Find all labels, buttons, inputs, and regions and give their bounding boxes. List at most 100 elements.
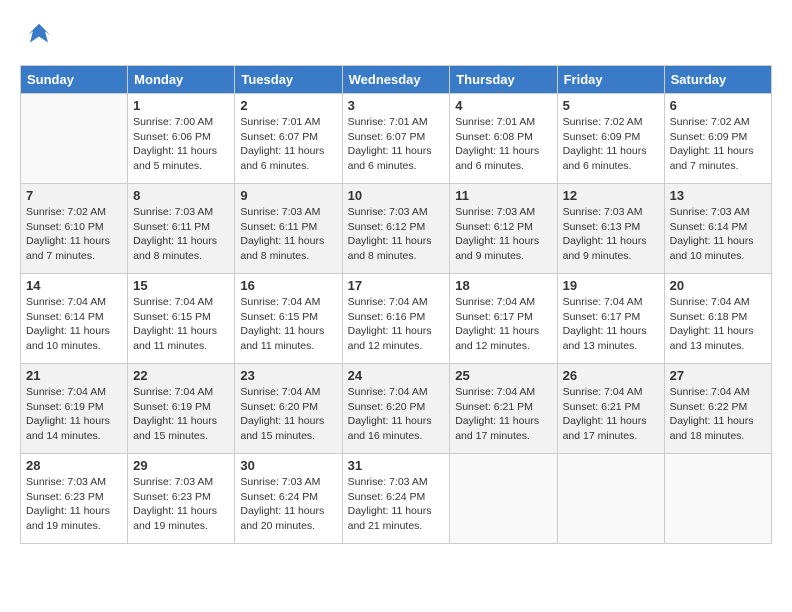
- calendar-cell: 19 Sunrise: 7:04 AM Sunset: 6:17 PM Dayli…: [557, 274, 664, 364]
- calendar-cell: 17 Sunrise: 7:04 AM Sunset: 6:16 PM Dayli…: [342, 274, 450, 364]
- day-info: Sunrise: 7:01 AM Sunset: 6:07 PM Dayligh…: [240, 115, 336, 174]
- calendar-cell: 15Sunrise: 7:04 AM Sunset: 6:15 PM Dayli…: [128, 274, 235, 364]
- calendar-cell: 31 Sunrise: 7:03 AM Sunset: 6:24 PM Dayli…: [342, 454, 450, 544]
- day-number: 23: [240, 368, 336, 383]
- day-number: 11: [455, 188, 551, 203]
- day-number: 2: [240, 98, 336, 113]
- calendar-cell: 16 Sunrise: 7:04 AM Sunset: 6:15 PM Dayli…: [235, 274, 342, 364]
- day-number: 19: [563, 278, 659, 293]
- day-info: Sunrise: 7:04 AM Sunset: 6:20 PM Dayligh…: [240, 385, 336, 444]
- calendar-cell: 10 Sunrise: 7:03 AM Sunset: 6:12 PM Dayli…: [342, 184, 450, 274]
- calendar-cell: [557, 454, 664, 544]
- day-number: 10: [348, 188, 445, 203]
- day-info: Sunrise: 7:03 AM Sunset: 6:24 PM Dayligh…: [348, 475, 445, 534]
- day-number: 21: [26, 368, 122, 383]
- calendar-cell: 9 Sunrise: 7:03 AM Sunset: 6:11 PM Daylig…: [235, 184, 342, 274]
- day-info: Sunrise: 7:04 AM Sunset: 6:16 PM Dayligh…: [348, 295, 445, 354]
- day-number: 30: [240, 458, 336, 473]
- day-number: 27: [670, 368, 766, 383]
- calendar-cell: 22 Sunrise: 7:04 AM Sunset: 6:19 PM Dayli…: [128, 364, 235, 454]
- day-info: Sunrise: 7:04 AM Sunset: 6:19 PM Dayligh…: [133, 385, 229, 444]
- calendar-cell: 3 Sunrise: 7:01 AM Sunset: 6:07 PM Daylig…: [342, 94, 450, 184]
- day-info: Sunrise: 7:03 AM Sunset: 6:11 PM Dayligh…: [240, 205, 336, 264]
- day-number: 14: [26, 278, 122, 293]
- calendar-day-header: Sunday: [21, 66, 128, 94]
- calendar-week-row: 1 Sunrise: 7:00 AM Sunset: 6:06 PM Daylig…: [21, 94, 772, 184]
- calendar-day-header: Thursday: [450, 66, 557, 94]
- calendar-cell: 13Sunrise: 7:03 AM Sunset: 6:14 PM Dayli…: [664, 184, 771, 274]
- calendar-cell: 30Sunrise: 7:03 AM Sunset: 6:24 PM Dayli…: [235, 454, 342, 544]
- day-number: 24: [348, 368, 445, 383]
- day-number: 29: [133, 458, 229, 473]
- calendar-cell: 12 Sunrise: 7:03 AM Sunset: 6:13 PM Dayli…: [557, 184, 664, 274]
- calendar-cell: 23 Sunrise: 7:04 AM Sunset: 6:20 PM Dayli…: [235, 364, 342, 454]
- day-info: Sunrise: 7:02 AM Sunset: 6:09 PM Dayligh…: [670, 115, 766, 174]
- day-info: Sunrise: 7:04 AM Sunset: 6:15 PM Dayligh…: [133, 295, 229, 354]
- calendar-cell: 26 Sunrise: 7:04 AM Sunset: 6:21 PM Dayli…: [557, 364, 664, 454]
- calendar-day-header: Tuesday: [235, 66, 342, 94]
- day-info: Sunrise: 7:04 AM Sunset: 6:18 PM Dayligh…: [670, 295, 766, 354]
- day-number: 8: [133, 188, 229, 203]
- day-info: Sunrise: 7:00 AM Sunset: 6:06 PM Dayligh…: [133, 115, 229, 174]
- calendar-cell: 4 Sunrise: 7:01 AM Sunset: 6:08 PM Daylig…: [450, 94, 557, 184]
- day-number: 3: [348, 98, 445, 113]
- day-info: Sunrise: 7:03 AM Sunset: 6:12 PM Dayligh…: [348, 205, 445, 264]
- calendar-body: 1 Sunrise: 7:00 AM Sunset: 6:06 PM Daylig…: [21, 94, 772, 544]
- day-info: Sunrise: 7:04 AM Sunset: 6:17 PM Dayligh…: [563, 295, 659, 354]
- day-number: 9: [240, 188, 336, 203]
- day-number: 7: [26, 188, 122, 203]
- day-info: Sunrise: 7:01 AM Sunset: 6:08 PM Dayligh…: [455, 115, 551, 174]
- calendar-day-header: Monday: [128, 66, 235, 94]
- calendar-week-row: 7 Sunrise: 7:02 AM Sunset: 6:10 PM Daylig…: [21, 184, 772, 274]
- calendar-day-header: Wednesday: [342, 66, 450, 94]
- calendar-cell: 1 Sunrise: 7:00 AM Sunset: 6:06 PM Daylig…: [128, 94, 235, 184]
- day-number: 1: [133, 98, 229, 113]
- calendar-day-header: Friday: [557, 66, 664, 94]
- calendar-cell: 28 Sunrise: 7:03 AM Sunset: 6:23 PM Dayli…: [21, 454, 128, 544]
- calendar-cell: 11 Sunrise: 7:03 AM Sunset: 6:12 PM Dayli…: [450, 184, 557, 274]
- day-info: Sunrise: 7:04 AM Sunset: 6:15 PM Dayligh…: [240, 295, 336, 354]
- day-info: Sunrise: 7:01 AM Sunset: 6:07 PM Dayligh…: [348, 115, 445, 174]
- logo: [20, 20, 54, 55]
- page-header: [20, 20, 772, 55]
- day-info: Sunrise: 7:04 AM Sunset: 6:21 PM Dayligh…: [455, 385, 551, 444]
- day-number: 6: [670, 98, 766, 113]
- calendar-cell: 20 Sunrise: 7:04 AM Sunset: 6:18 PM Dayli…: [664, 274, 771, 364]
- day-number: 12: [563, 188, 659, 203]
- calendar-cell: 7 Sunrise: 7:02 AM Sunset: 6:10 PM Daylig…: [21, 184, 128, 274]
- day-number: 16: [240, 278, 336, 293]
- calendar-week-row: 21 Sunrise: 7:04 AM Sunset: 6:19 PM Dayli…: [21, 364, 772, 454]
- day-info: Sunrise: 7:03 AM Sunset: 6:13 PM Dayligh…: [563, 205, 659, 264]
- calendar-cell: 29 Sunrise: 7:03 AM Sunset: 6:23 PM Dayli…: [128, 454, 235, 544]
- day-info: Sunrise: 7:03 AM Sunset: 6:23 PM Dayligh…: [26, 475, 122, 534]
- calendar-cell: 25Sunrise: 7:04 AM Sunset: 6:21 PM Dayli…: [450, 364, 557, 454]
- day-number: 28: [26, 458, 122, 473]
- calendar-cell: [21, 94, 128, 184]
- calendar-cell: [664, 454, 771, 544]
- day-number: 18: [455, 278, 551, 293]
- calendar-cell: 24 Sunrise: 7:04 AM Sunset: 6:20 PM Dayli…: [342, 364, 450, 454]
- day-number: 26: [563, 368, 659, 383]
- calendar-cell: 5Sunrise: 7:02 AM Sunset: 6:09 PM Daylig…: [557, 94, 664, 184]
- day-info: Sunrise: 7:04 AM Sunset: 6:19 PM Dayligh…: [26, 385, 122, 444]
- day-info: Sunrise: 7:04 AM Sunset: 6:17 PM Dayligh…: [455, 295, 551, 354]
- day-number: 5: [563, 98, 659, 113]
- day-number: 4: [455, 98, 551, 113]
- day-info: Sunrise: 7:04 AM Sunset: 6:14 PM Dayligh…: [26, 295, 122, 354]
- day-number: 17: [348, 278, 445, 293]
- day-info: Sunrise: 7:03 AM Sunset: 6:23 PM Dayligh…: [133, 475, 229, 534]
- day-info: Sunrise: 7:02 AM Sunset: 6:10 PM Dayligh…: [26, 205, 122, 264]
- day-info: Sunrise: 7:03 AM Sunset: 6:12 PM Dayligh…: [455, 205, 551, 264]
- day-number: 31: [348, 458, 445, 473]
- calendar-cell: 6 Sunrise: 7:02 AM Sunset: 6:09 PM Daylig…: [664, 94, 771, 184]
- day-info: Sunrise: 7:04 AM Sunset: 6:20 PM Dayligh…: [348, 385, 445, 444]
- calendar-cell: 18 Sunrise: 7:04 AM Sunset: 6:17 PM Dayli…: [450, 274, 557, 364]
- day-number: 22: [133, 368, 229, 383]
- day-number: 13: [670, 188, 766, 203]
- calendar-cell: 8Sunrise: 7:03 AM Sunset: 6:11 PM Daylig…: [128, 184, 235, 274]
- logo-bird-icon: [24, 20, 54, 50]
- day-info: Sunrise: 7:04 AM Sunset: 6:21 PM Dayligh…: [563, 385, 659, 444]
- day-number: 20: [670, 278, 766, 293]
- calendar-day-header: Saturday: [664, 66, 771, 94]
- calendar-cell: 21 Sunrise: 7:04 AM Sunset: 6:19 PM Dayli…: [21, 364, 128, 454]
